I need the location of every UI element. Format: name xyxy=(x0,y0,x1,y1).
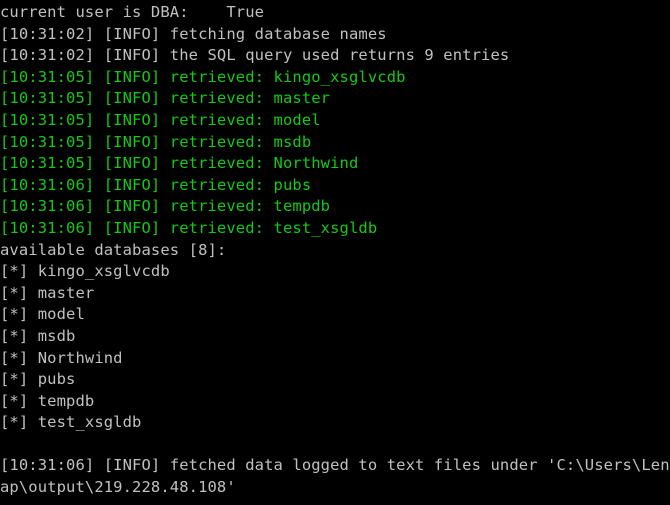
database-list-item: [*] Northwind xyxy=(0,348,123,367)
database-list-item: [*] test_xsgldb xyxy=(0,413,142,432)
terminal-line-retrieved: [10:31:05] [INFO] retrieved: kingo_xsglv… xyxy=(0,67,406,86)
terminal-line-databases-header: available databases [8]: xyxy=(0,240,227,259)
terminal-line-output-path-continued: ap\output\219.228.48.108' xyxy=(0,478,236,497)
terminal-line-retrieved: [10:31:05] [INFO] retrieved: msdb xyxy=(0,132,312,151)
terminal-line-retrieved: [10:31:06] [INFO] retrieved: pubs xyxy=(0,175,312,194)
database-list-item: [*] kingo_xsglvcdb xyxy=(0,262,170,281)
terminal-window[interactable]: current user is DBA: True [10:31:02] [IN… xyxy=(0,0,670,505)
terminal-line-retrieved: [10:31:05] [INFO] retrieved: Northwind xyxy=(0,154,359,173)
database-list-item: [*] model xyxy=(0,305,85,324)
terminal-line-retrieved: [10:31:06] [INFO] retrieved: tempdb xyxy=(0,197,331,216)
database-list-item: [*] tempdb xyxy=(0,391,95,410)
terminal-line-dba-status: current user is DBA: True xyxy=(0,3,265,21)
terminal-line-info: [10:31:02] [INFO] fetching database name… xyxy=(0,24,387,43)
terminal-line-retrieved: [10:31:05] [INFO] retrieved: master xyxy=(0,89,331,108)
terminal-line-output-path: [10:31:06] [INFO] fetched data logged to… xyxy=(0,456,670,475)
terminal-line-info: [10:31:02] [INFO] the SQL query used ret… xyxy=(0,46,510,65)
terminal-line-retrieved: [10:31:06] [INFO] retrieved: test_xsgldb xyxy=(0,218,378,237)
database-list-item: [*] pubs xyxy=(0,370,76,389)
database-list-item: [*] msdb xyxy=(0,326,76,345)
terminal-line-retrieved: [10:31:05] [INFO] retrieved: model xyxy=(0,110,321,129)
database-list-item: [*] master xyxy=(0,283,95,302)
